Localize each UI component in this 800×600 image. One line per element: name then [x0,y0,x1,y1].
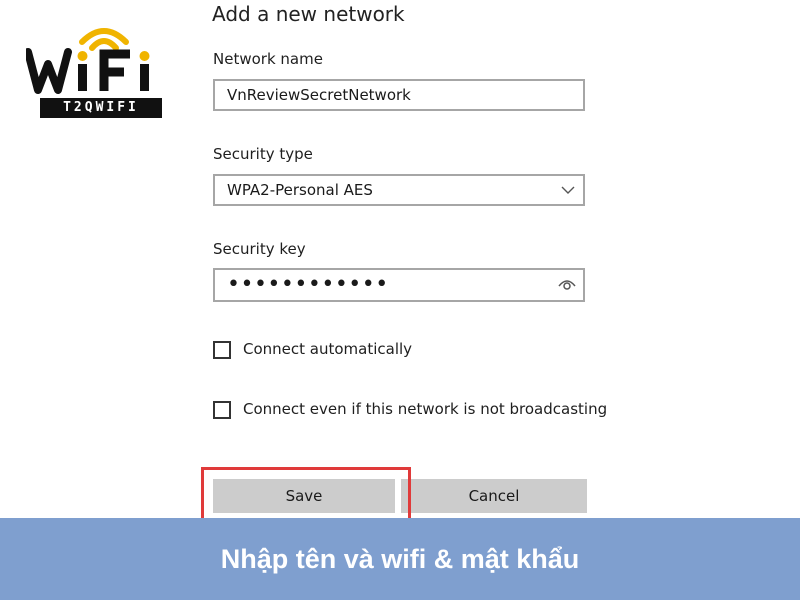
security-key-value: •••••••••••• [227,272,389,297]
dialog-title: Add a new network [212,2,405,26]
security-key-input[interactable]: •••••••••••• [213,268,585,302]
network-name-input[interactable]: VnReviewSecretNetwork [213,79,585,111]
eye-icon[interactable] [557,276,577,292]
security-key-label: Security key [213,240,306,258]
logo-wordmark [26,48,150,94]
security-type-value: WPA2-Personal AES [227,181,373,199]
save-highlight-box [201,467,411,524]
t2qwifi-logo: T2QWIFI [26,20,170,120]
caption-bar: Nhập tên và wifi & mật khẩu [0,518,800,600]
chevron-down-icon [561,186,575,194]
checkbox-label: Connect automatically [243,340,413,358]
checkbox-box[interactable] [213,401,231,419]
checkbox-label: Connect even if this network is not broa… [243,400,608,418]
cancel-button[interactable]: Cancel [401,479,587,513]
caption-text: Nhập tên và wifi & mật khẩu [220,544,580,574]
security-type-label: Security type [213,145,313,163]
security-type-select[interactable]: WPA2-Personal AES [213,174,585,206]
network-name-label: Network name [213,50,323,68]
checkbox-box[interactable] [213,341,231,359]
network-name-value: VnReviewSecretNetwork [227,86,411,104]
logo-banner: T2QWIFI [40,98,162,118]
